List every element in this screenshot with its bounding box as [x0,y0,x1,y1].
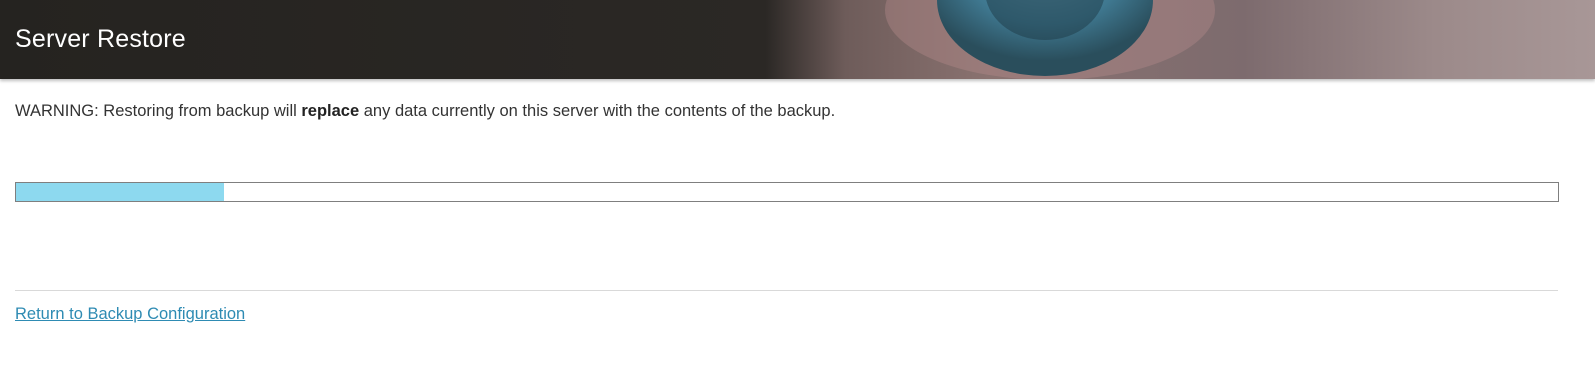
restore-progress-bar [15,182,1559,202]
page-header: Server Restore [0,0,1595,79]
restore-warning-message: WARNING: Restoring from backup will repl… [15,99,835,123]
footer-divider [15,290,1558,291]
restore-progress-fill [16,183,225,201]
warning-emphasis: replace [301,102,360,120]
warning-suffix: any data currently on this server with t… [359,102,836,120]
warning-prefix: WARNING: Restoring from backup will [15,102,302,120]
header-banner-image [0,0,1595,79]
page-title: Server Restore [15,25,186,53]
return-to-backup-configuration-link[interactable]: Return to Backup Configuration [15,302,245,326]
